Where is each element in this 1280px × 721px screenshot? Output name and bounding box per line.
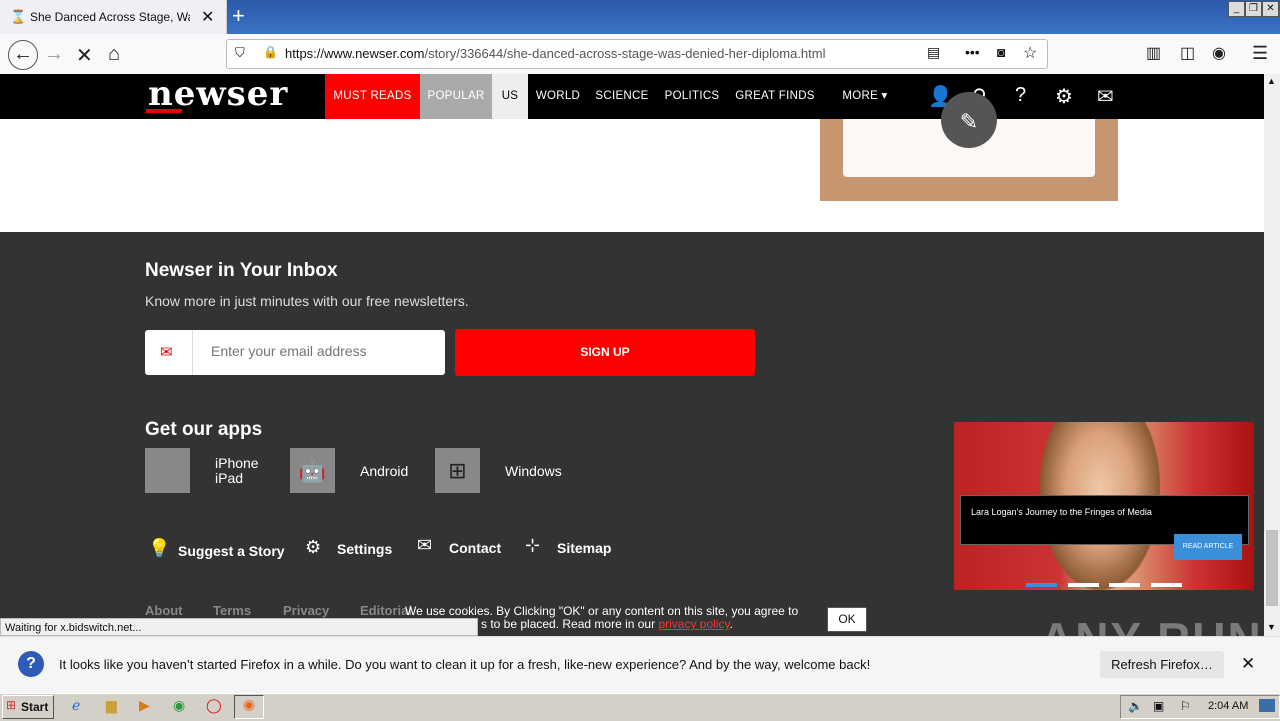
minimize-button[interactable]: _ — [1228, 1, 1245, 17]
stop-loading-icon[interactable]: ✕ — [76, 43, 93, 68]
windows-icon[interactable]: ⊞ — [435, 448, 480, 493]
settings-gear-icon[interactable]: ⚙ — [1055, 84, 1073, 109]
firefox-taskbar-icon[interactable]: ◉ — [234, 695, 264, 719]
scroll-up-icon[interactable]: ▲ — [1267, 76, 1276, 86]
question-icon: ? — [18, 651, 44, 677]
restore-button[interactable]: ❐ — [1245, 1, 1262, 17]
hourglass-icon: ⌛ — [10, 9, 27, 24]
sidebar-icon[interactable]: ◫ — [1180, 43, 1195, 63]
nav-science[interactable]: SCIENCE — [588, 74, 656, 119]
settings-link[interactable]: Settings — [337, 541, 392, 557]
notification-message: It looks like you haven’t started Firefo… — [59, 657, 871, 672]
carousel-dot-4[interactable] — [1151, 583, 1182, 587]
terms-link[interactable]: Terms — [213, 603, 251, 618]
close-window-button[interactable]: ✕ — [1262, 1, 1279, 17]
carousel-dot-2[interactable] — [1068, 583, 1099, 587]
lightbulb-icon: 💡 — [148, 538, 171, 558]
nav-great-finds[interactable]: GREAT FINDS — [728, 74, 822, 119]
apps-title: Get our apps — [145, 419, 263, 440]
clock: 2:04 AM — [1208, 700, 1249, 712]
logo-underline — [146, 109, 182, 113]
volume-icon[interactable]: 🔈 — [1128, 699, 1143, 713]
apple-icon[interactable] — [145, 448, 190, 493]
about-link[interactable]: About — [145, 603, 183, 618]
cookie-ok-button[interactable]: OK — [827, 607, 867, 632]
nav-politics[interactable]: POLITICS — [656, 74, 728, 119]
signup-button[interactable]: SIGN UP — [455, 329, 755, 376]
bookmark-star-icon[interactable]: ☆ — [1023, 43, 1037, 63]
windows-logo-icon: ⊞ — [6, 698, 17, 712]
suggest-story-link[interactable]: Suggest a Story — [178, 543, 285, 559]
pocket-icon[interactable]: ◙ — [997, 44, 1005, 60]
newsletter-description: Know more in just minutes with our free … — [145, 293, 469, 309]
privacy-policy-link[interactable]: privacy policy — [658, 617, 729, 631]
envelope-open-icon: ✉ — [417, 535, 433, 555]
url-bar[interactable]: ⛉ 🔒 https://www.newser.com/story/336644/… — [226, 39, 1048, 69]
menu-icon[interactable]: ☰ — [1252, 43, 1268, 64]
read-article-button[interactable]: READ ARTICLE — [1174, 534, 1242, 560]
reader-view-icon[interactable]: ▤ — [927, 44, 940, 61]
shield-icon[interactable]: ⛉ — [235, 45, 245, 61]
sitemap-link[interactable]: Sitemap — [557, 540, 611, 556]
mail-icon[interactable]: ✉ — [1097, 84, 1114, 109]
android-icon[interactable]: 🤖 — [290, 448, 335, 493]
app-label-ipad[interactable]: iPad — [215, 470, 243, 486]
scroll-down-icon[interactable]: ▼ — [1267, 622, 1276, 632]
app-label-windows[interactable]: Windows — [505, 463, 562, 479]
carousel-dot-3[interactable] — [1109, 583, 1140, 587]
nav-world[interactable]: WORLD — [528, 74, 588, 119]
flag-icon[interactable]: ⚐ — [1180, 699, 1191, 713]
account-icon[interactable]: ◉ — [1212, 43, 1226, 63]
refresh-firefox-button[interactable]: Refresh Firefox… — [1100, 651, 1224, 678]
nav-more[interactable]: MORE ▾ — [830, 74, 900, 119]
media-player-icon[interactable]: ▶ — [139, 697, 150, 714]
nav-us[interactable]: US — [492, 74, 528, 119]
app-label-iphone[interactable]: iPhone — [215, 455, 259, 471]
library-icon[interactable]: ▥ — [1146, 43, 1161, 63]
taskbar — [0, 693, 1280, 721]
pencil-icon[interactable]: ✎ — [941, 92, 997, 148]
chrome-icon[interactable]: ◉ — [173, 697, 185, 714]
opera-icon[interactable]: ◯ — [206, 697, 222, 714]
help-icon[interactable]: ? — [1015, 84, 1026, 107]
nav-popular[interactable]: POPULAR — [420, 74, 492, 119]
status-bar: Waiting for x.bidswitch.net... — [0, 618, 478, 636]
gear-icon: ⚙ — [305, 537, 322, 557]
tab-title: She Danced Across Stage, Was De — [30, 10, 190, 24]
home-icon[interactable]: ⌂ — [108, 43, 120, 66]
sitemap-icon: ⊹ — [525, 535, 541, 555]
close-notification-icon[interactable]: ✕ — [1241, 654, 1255, 674]
more-actions-icon[interactable]: ••• — [965, 44, 980, 60]
url-text[interactable]: https://www.newser.com/story/336644/she-… — [285, 46, 826, 61]
forward-button[interactable]: → — [44, 43, 64, 66]
email-input[interactable] — [209, 342, 433, 360]
nav-must-reads[interactable]: MUST READS — [325, 74, 420, 119]
scroll-thumb[interactable] — [1266, 530, 1278, 606]
close-tab-icon[interactable]: ✕ — [201, 7, 214, 27]
email-field-container: ✉ — [145, 330, 445, 375]
contact-link[interactable]: Contact — [449, 540, 501, 556]
folder-icon[interactable]: ▆ — [106, 697, 117, 714]
show-desktop-icon[interactable] — [1259, 699, 1275, 712]
back-button[interactable]: ← — [8, 40, 38, 70]
promo-title[interactable]: Lara Logan's Journey to the Fringes of M… — [971, 507, 1152, 517]
network-icon[interactable]: ▣ — [1153, 699, 1164, 713]
browser-tab[interactable]: ⌛ She Danced Across Stage, Was De ✕ — [0, 0, 227, 34]
system-tray — [1120, 695, 1280, 719]
ie-icon[interactable]: ℯ — [72, 697, 80, 714]
app-label-android[interactable]: Android — [360, 463, 408, 479]
privacy-link[interactable]: Privacy — [283, 603, 329, 618]
email-divider — [192, 330, 193, 375]
new-tab-button[interactable]: + — [232, 3, 245, 29]
carousel-dot-1[interactable] — [1026, 583, 1057, 587]
lock-icon[interactable]: 🔒 — [263, 45, 278, 59]
newser-logo[interactable]: newser — [148, 74, 288, 114]
envelope-icon: ✉ — [160, 344, 173, 361]
newsletter-title: Newser in Your Inbox — [145, 260, 338, 281]
